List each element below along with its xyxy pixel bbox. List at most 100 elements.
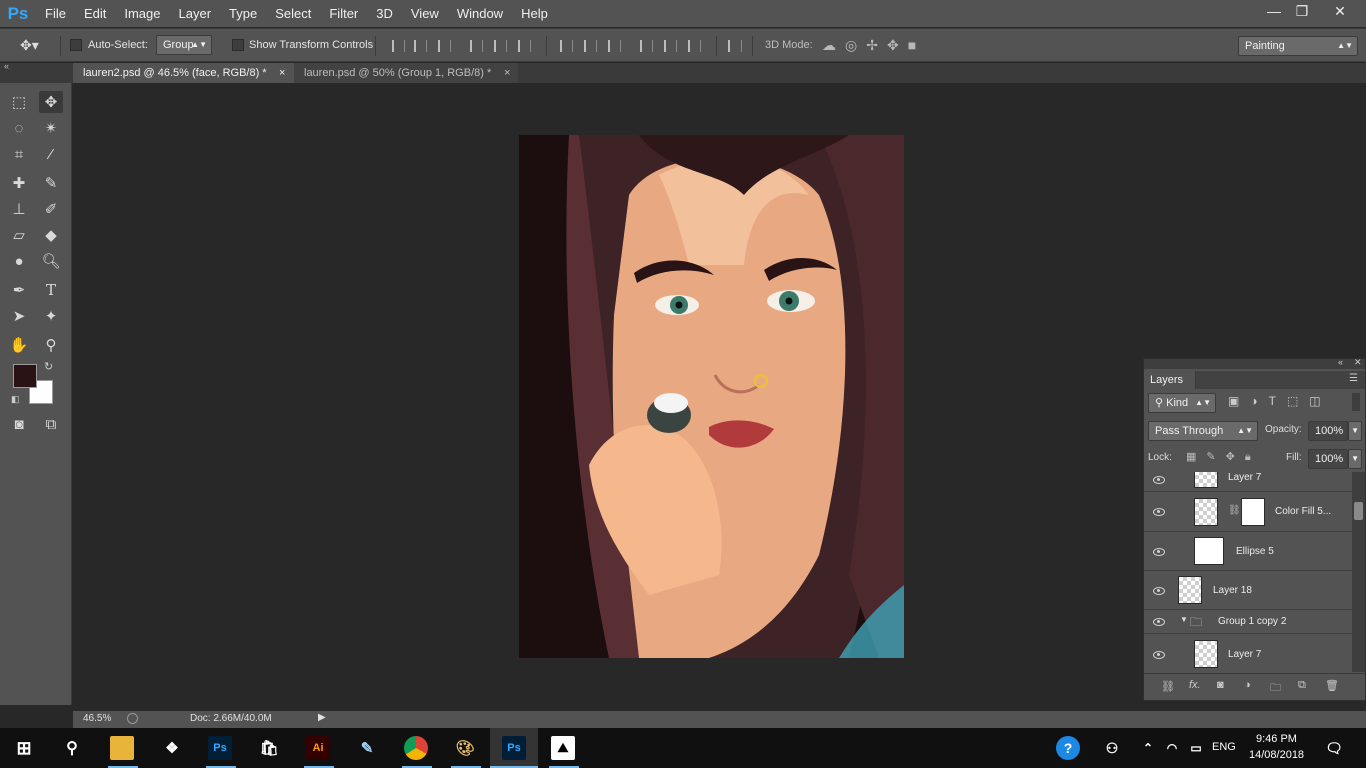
layer-row[interactable]: Layer 18: [1144, 571, 1352, 610]
distribute-hcenter-icon[interactable]: [664, 40, 677, 52]
auto-select-checkbox[interactable]: [70, 39, 82, 51]
layers-list[interactable]: Layer 7 ⛓ Color Fill 5... Ellipse 5 Laye…: [1144, 472, 1352, 672]
close-button[interactable]: ✕: [1318, 0, 1362, 22]
distribute-left-icon[interactable]: [640, 40, 653, 52]
trash-icon[interactable]: 🗑: [1325, 679, 1339, 692]
layers-scrollbar[interactable]: [1352, 472, 1365, 672]
chrome-icon[interactable]: [404, 736, 428, 760]
battery-icon[interactable]: ▭: [1184, 736, 1208, 760]
workspace-dropdown[interactable]: Painting ▲▼: [1238, 36, 1358, 56]
crop-tool-icon[interactable]: ⌗: [7, 143, 31, 165]
add-mask-icon[interactable]: ◙: [1217, 679, 1224, 691]
swap-colors-icon[interactable]: ↻: [44, 360, 53, 373]
layer-row[interactable]: ⛓ Color Fill 5...: [1144, 492, 1352, 532]
eye-icon[interactable]: [1153, 618, 1165, 626]
layer-mask-thumbnail[interactable]: [1241, 498, 1265, 526]
photoshop-taskbar-icon[interactable]: Ps: [208, 736, 232, 760]
zoom-tool-icon[interactable]: ⚲: [39, 334, 63, 356]
collapse-panels-icon[interactable]: «: [4, 61, 9, 71]
clone-stamp-tool-icon[interactable]: ⊥: [7, 198, 31, 220]
menu-select[interactable]: Select: [266, 0, 320, 27]
align-top-icon[interactable]: [392, 40, 405, 52]
align-bottom-icon[interactable]: [438, 40, 451, 52]
paint-bucket-tool-icon[interactable]: ◆: [39, 224, 63, 246]
align-vcenter-icon[interactable]: [414, 40, 427, 52]
eye-icon[interactable]: [1153, 651, 1165, 659]
panel-menu-icon[interactable]: ☰: [1349, 373, 1358, 384]
move-tool-preset-icon[interactable]: ✥▾: [20, 37, 39, 54]
tab-close-icon[interactable]: ×: [279, 63, 285, 83]
foreground-color-swatch-top[interactable]: [13, 364, 37, 388]
lasso-tool-icon[interactable]: ◌: [7, 117, 31, 139]
align-hcenter-icon[interactable]: [494, 40, 507, 52]
eye-icon[interactable]: [1153, 476, 1165, 484]
fx-icon[interactable]: fx.: [1189, 679, 1201, 691]
tab-layers[interactable]: Layers: [1144, 371, 1196, 389]
photoshop-active-icon[interactable]: Ps: [502, 736, 526, 760]
distribute-bottom-icon[interactable]: [608, 40, 621, 52]
history-brush-tool-icon[interactable]: ✐: [39, 198, 63, 220]
layer-row[interactable]: Ellipse 5: [1144, 532, 1352, 571]
link-chain-icon[interactable]: ⛓: [1228, 505, 1241, 516]
adjustment-layer-icon[interactable]: ◑: [1244, 679, 1251, 691]
eyedropper-tool-icon[interactable]: ⁄: [39, 143, 63, 165]
windows-start-icon[interactable]: ⊞: [12, 736, 36, 760]
blur-tool-icon[interactable]: ●: [7, 250, 31, 272]
menu-file[interactable]: File: [36, 0, 75, 27]
filter-pixel-icon[interactable]: ▣: [1228, 394, 1250, 408]
path-selection-tool-icon[interactable]: ➤: [7, 305, 31, 327]
menu-image[interactable]: Image: [115, 0, 169, 27]
eye-icon[interactable]: [1153, 587, 1165, 595]
scrollbar-thumb[interactable]: [1354, 502, 1363, 520]
eye-icon[interactable]: [1153, 548, 1165, 556]
group-row[interactable]: ▼ 🗀 Group 1 copy 2: [1144, 610, 1352, 634]
show-transform-checkbox[interactable]: [232, 39, 244, 51]
lock-transparent-icon[interactable]: ▦: [1186, 451, 1206, 463]
marquee-tool-icon[interactable]: ⬚: [7, 91, 31, 113]
group-expand-icon[interactable]: ▼: [1180, 615, 1188, 624]
new-layer-icon[interactable]: ⧉: [1298, 679, 1306, 692]
filter-adjustment-icon[interactable]: ◑: [1250, 394, 1268, 408]
lock-position-icon[interactable]: ✥: [1226, 451, 1245, 463]
illustrator-icon[interactable]: Ai: [306, 736, 330, 760]
quick-mask-icon[interactable]: ◙: [7, 413, 31, 435]
layer-row[interactable]: Layer 7: [1144, 634, 1352, 672]
opacity-dropdown-button[interactable]: ▼: [1348, 421, 1362, 441]
menu-view[interactable]: View: [402, 0, 448, 27]
blend-mode-dropdown[interactable]: Pass Through ▲▼: [1148, 421, 1258, 441]
store-icon[interactable]: 🛍: [257, 736, 281, 760]
filter-smart-icon[interactable]: ◫: [1309, 394, 1331, 408]
opacity-input[interactable]: 100%: [1308, 421, 1348, 441]
menu-filter[interactable]: Filter: [320, 0, 367, 27]
tab-lauren2[interactable]: lauren2.psd @ 46.5% (face, RGB/8) * ×: [73, 63, 295, 83]
menu-window[interactable]: Window: [448, 0, 512, 27]
magic-wand-tool-icon[interactable]: ✴: [39, 117, 63, 139]
3d-roll-icon[interactable]: ◎: [845, 37, 866, 53]
help-icon[interactable]: ?: [1056, 736, 1080, 760]
dropbox-icon[interactable]: ❖: [160, 736, 184, 760]
collapse-icon[interactable]: «: [1338, 357, 1343, 367]
distribute-top-icon[interactable]: [560, 40, 573, 52]
distribute-right-icon[interactable]: [688, 40, 701, 52]
filter-type-icon[interactable]: T: [1269, 394, 1287, 408]
distribute-vcenter-icon[interactable]: [584, 40, 597, 52]
menu-type[interactable]: Type: [220, 0, 266, 27]
align-left-icon[interactable]: [470, 40, 483, 52]
lock-all-icon[interactable]: 🔒︎: [1245, 451, 1261, 463]
filter-toggle[interactable]: [1352, 393, 1360, 411]
eraser-tool-icon[interactable]: ▱: [7, 224, 31, 246]
layer-row[interactable]: Layer 7: [1144, 472, 1352, 492]
3d-scale-icon[interactable]: ■: [908, 37, 925, 53]
brush-tool-icon[interactable]: ✎: [39, 172, 63, 194]
type-tool-icon[interactable]: T: [39, 279, 63, 301]
clock-time[interactable]: 9:46 PM: [1256, 733, 1297, 745]
search-icon[interactable]: ⚲: [60, 736, 84, 760]
new-group-icon[interactable]: 🗀: [1270, 679, 1281, 698]
3d-drag-icon[interactable]: ✢: [866, 37, 887, 53]
restore-button[interactable]: ❐: [1284, 0, 1320, 22]
menu-layer[interactable]: Layer: [170, 0, 221, 27]
fill-input[interactable]: 100%: [1308, 449, 1348, 469]
custom-shape-tool-icon[interactable]: ✦: [39, 305, 63, 327]
hand-tool-icon[interactable]: ✋: [7, 334, 31, 356]
artwork-canvas[interactable]: [519, 135, 904, 658]
